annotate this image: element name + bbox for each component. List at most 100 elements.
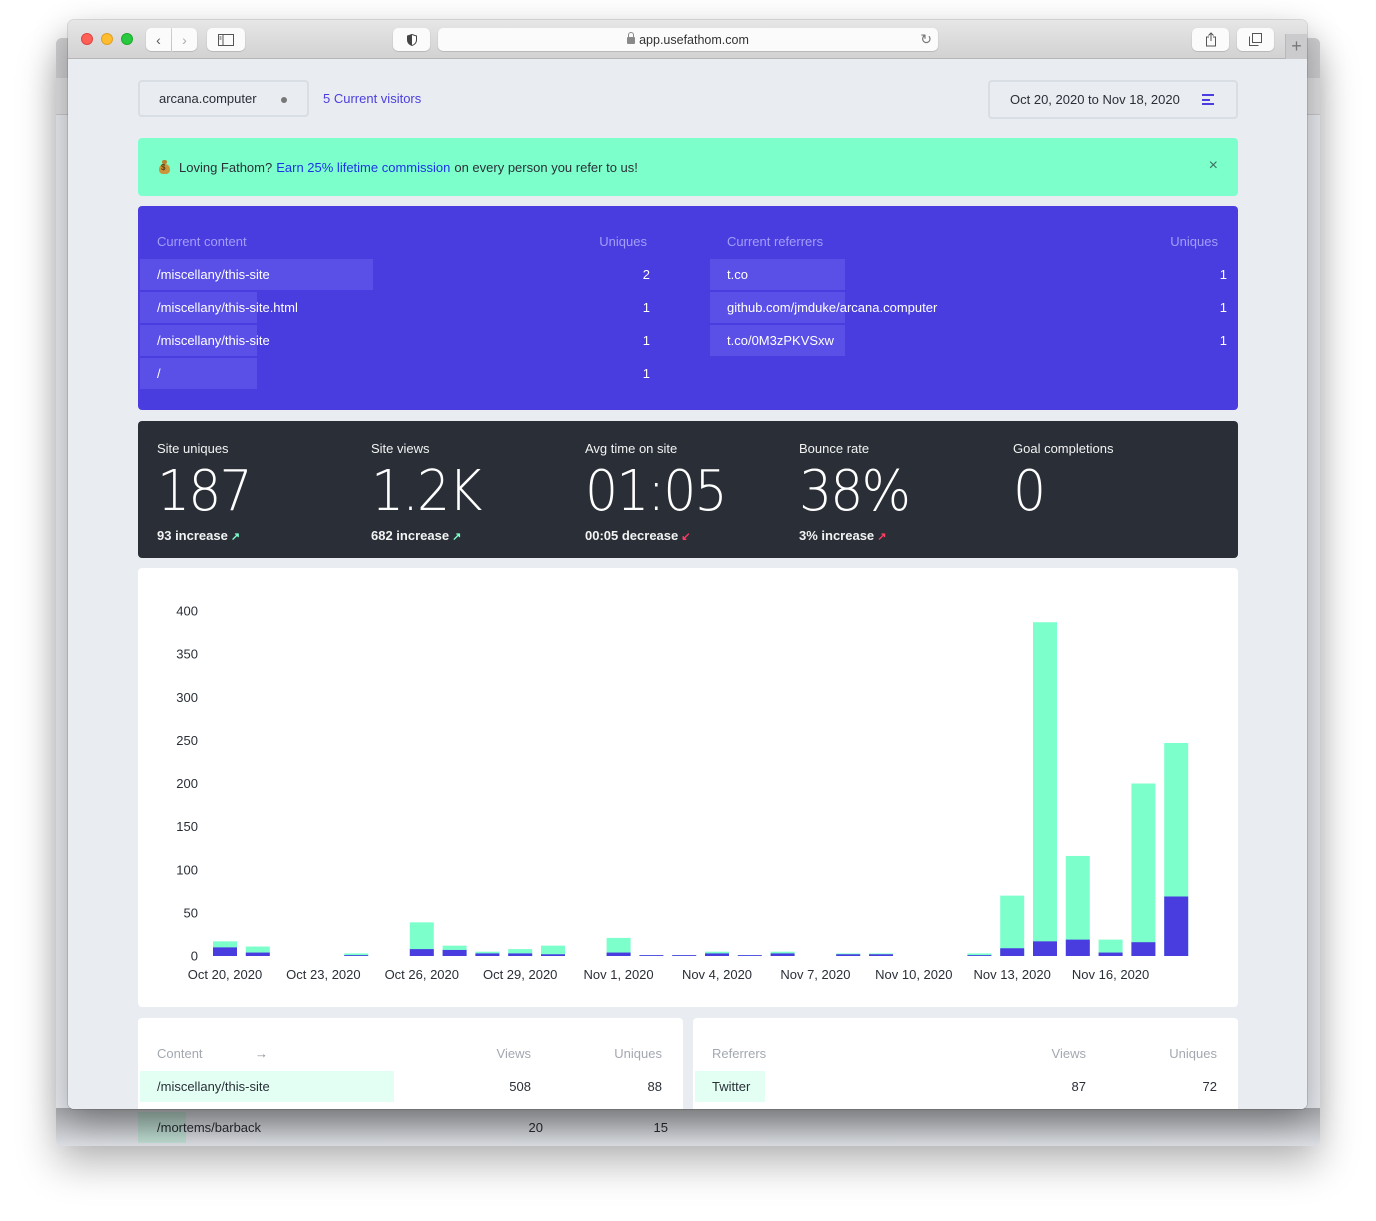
bar-group[interactable] (639, 955, 664, 956)
privacy-report-button[interactable] (393, 28, 430, 51)
zoom-window-button[interactable] (121, 33, 133, 45)
x-tick-label: Nov 1, 2020 (584, 967, 654, 982)
views-column-header[interactable]: Views (471, 1046, 531, 1061)
realtime-row[interactable]: t.co/0M3zPKVSxw 1 (710, 325, 1227, 356)
front-window-shadow (56, 1108, 1320, 1146)
tab-overview-button[interactable] (1237, 28, 1274, 51)
uniques-bar[interactable] (836, 954, 861, 956)
close-banner-icon[interactable]: × (1209, 157, 1218, 175)
realtime-row[interactable]: /miscellany/this-site.html 1 (140, 292, 650, 323)
realtime-row[interactable]: github.com/jmduke/arcana.computer 1 (710, 292, 1227, 323)
back-button[interactable]: ‹ (146, 28, 171, 51)
close-window-button[interactable] (81, 33, 93, 45)
bar-group[interactable] (1065, 855, 1090, 956)
bar-group[interactable] (508, 949, 533, 956)
table-row[interactable]: /miscellany/this-site 508 88 (140, 1071, 670, 1102)
uniques-bar[interactable] (475, 953, 500, 956)
row-label: /miscellany/this-site.html (157, 300, 298, 315)
uniques-bar[interactable] (409, 949, 434, 956)
bar-group[interactable] (869, 953, 893, 956)
url-text: app.usefathom.com (639, 32, 749, 47)
browser-toolbar: ‹ › app.usefathom.com ↻ + (68, 20, 1307, 59)
minimize-window-button[interactable] (101, 33, 113, 45)
uniques-bar[interactable] (737, 955, 762, 956)
views-column-header[interactable]: Views (1026, 1046, 1086, 1061)
views-bar[interactable] (1033, 622, 1057, 956)
uniques-bar[interactable] (1164, 896, 1189, 956)
uniques-bar[interactable] (1033, 941, 1057, 956)
uniques-bar[interactable] (639, 955, 664, 956)
realtime-row[interactable]: /miscellany/this-site 1 (140, 325, 650, 356)
uniques-bar[interactable] (508, 953, 533, 956)
bar-group[interactable] (672, 955, 697, 956)
y-tick-label: 150 (176, 819, 198, 834)
referral-link[interactable]: Earn 25% lifetime commission (276, 160, 450, 175)
stat-value: 0 (1013, 459, 1046, 524)
stat-label: Site uniques (157, 441, 229, 456)
arrow-right-icon[interactable]: → (255, 1046, 268, 1061)
bar-group[interactable] (442, 945, 467, 956)
share-button[interactable] (1192, 28, 1229, 51)
bar-group[interactable] (770, 951, 795, 956)
referrers-header: Referrers (712, 1046, 767, 1061)
x-tick-label: Nov 16, 2020 (1072, 967, 1149, 982)
uniques-bar[interactable] (344, 955, 369, 956)
uniques-bar[interactable] (213, 947, 237, 956)
bar-group[interactable] (245, 946, 270, 956)
bar-group[interactable] (1131, 783, 1156, 957)
new-tab-button[interactable]: + (1285, 34, 1307, 59)
uniques-bar[interactable] (606, 952, 631, 956)
current-referrers-uniques-header: Uniques (1170, 234, 1218, 249)
reload-icon[interactable]: ↻ (920, 31, 932, 48)
uniques-column-header[interactable]: Uniques (1157, 1046, 1217, 1061)
content-table: Content → Views Uniques /miscellany/this… (138, 1018, 683, 1109)
y-tick-label: 50 (184, 905, 198, 920)
bar-group[interactable] (1033, 622, 1057, 956)
bar-group[interactable] (1164, 742, 1189, 956)
bar-group[interactable] (606, 937, 631, 956)
chevron-right-icon: › (182, 31, 187, 48)
uniques-bar[interactable] (442, 949, 467, 956)
table-row[interactable]: Twitter 87 72 (695, 1071, 1225, 1102)
bar-group[interactable] (836, 953, 861, 956)
status-dot-icon (281, 97, 287, 103)
stat-change-text: 3% increase (799, 528, 875, 543)
views-bar[interactable] (1131, 783, 1156, 957)
bar-group[interactable] (344, 953, 369, 956)
plus-icon: + (1291, 36, 1302, 56)
realtime-row[interactable]: /1 (140, 358, 650, 389)
uniques-bar[interactable] (967, 955, 992, 956)
views-bar[interactable] (1000, 895, 1025, 956)
uniques-bar[interactable] (541, 954, 565, 956)
uniques-column-header[interactable]: Uniques (602, 1046, 662, 1061)
date-range-picker[interactable]: Oct 20, 2020 to Nov 18, 2020 (988, 80, 1238, 119)
site-selector[interactable]: arcana.computer (138, 80, 309, 117)
bar-group[interactable] (705, 951, 729, 956)
stat-change: 93 increase ↗ (157, 528, 357, 543)
uniques-bar[interactable] (1000, 948, 1025, 956)
uniques-bar[interactable] (1131, 942, 1156, 956)
uniques-bar[interactable] (705, 953, 729, 956)
uniques-bar[interactable] (1098, 952, 1123, 956)
uniques-bar[interactable] (672, 955, 697, 956)
arrow-up-icon: ↗ (227, 531, 241, 543)
uniques-bar[interactable] (245, 952, 270, 956)
bar-group[interactable] (409, 922, 434, 956)
address-bar[interactable]: app.usefathom.com ↻ (438, 28, 938, 51)
sidebar-toggle-button[interactable] (207, 28, 245, 51)
realtime-row[interactable]: /miscellany/this-site 2 (140, 259, 650, 290)
forward-button[interactable]: › (172, 28, 197, 51)
bar-group[interactable] (213, 941, 237, 956)
uniques-bar[interactable] (770, 953, 795, 956)
bar-group[interactable] (475, 951, 500, 956)
bar-group[interactable] (541, 945, 565, 956)
current-visitors-link[interactable]: 5 Current visitors (323, 91, 421, 106)
bar-group[interactable] (737, 955, 762, 956)
uniques-bar[interactable] (1065, 939, 1090, 956)
x-tick-label: Nov 7, 2020 (780, 967, 850, 982)
bar-group[interactable] (967, 953, 992, 956)
bar-group[interactable] (1000, 895, 1025, 956)
realtime-row[interactable]: t.co 1 (710, 259, 1227, 290)
bar-group[interactable] (1098, 939, 1123, 956)
uniques-bar[interactable] (869, 954, 893, 956)
